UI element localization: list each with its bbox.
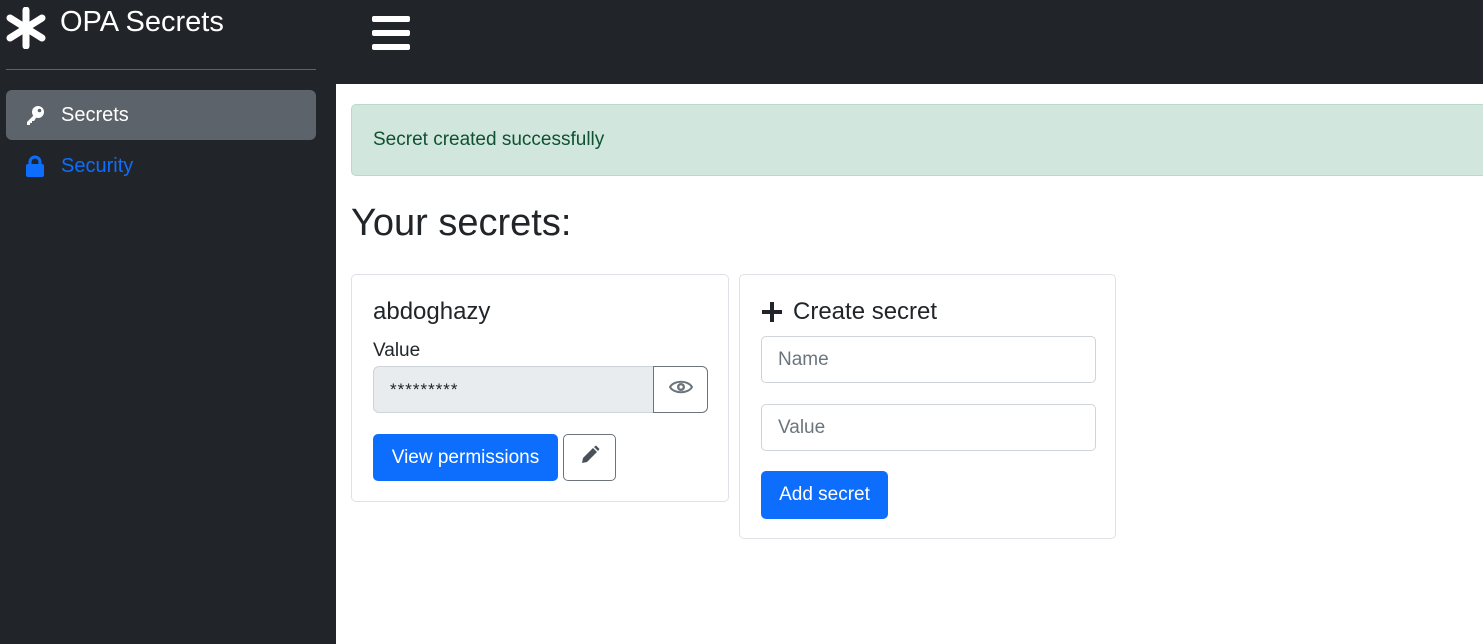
sidebar-item-security[interactable]: Security bbox=[6, 141, 316, 191]
reveal-value-button[interactable] bbox=[653, 366, 708, 413]
pencil-icon bbox=[580, 445, 600, 470]
page-title: Your secrets: bbox=[351, 202, 572, 244]
lock-icon bbox=[24, 155, 46, 177]
sidebar-item-secrets[interactable]: Secrets bbox=[6, 90, 316, 140]
create-secret-card: Create secret Add secret bbox=[739, 274, 1116, 539]
sidebar-divider bbox=[6, 69, 316, 70]
sidebar: OPA Secrets Secrets Security bbox=[0, 0, 336, 644]
secret-card: abdoghazy Value ********* View permissio… bbox=[351, 274, 729, 502]
secret-name: abdoghazy bbox=[373, 298, 491, 325]
brand[interactable] bbox=[6, 6, 46, 50]
create-secret-title: Create secret bbox=[793, 298, 938, 325]
hamburger-icon[interactable] bbox=[372, 16, 410, 50]
value-input[interactable] bbox=[761, 404, 1096, 451]
key-icon bbox=[24, 104, 46, 126]
value-label: Value bbox=[373, 340, 421, 361]
create-secret-heading: Create secret bbox=[761, 297, 937, 327]
view-permissions-button[interactable]: View permissions bbox=[373, 434, 558, 481]
add-secret-button[interactable]: Add secret bbox=[761, 471, 888, 519]
alert-text: Secret created successfully bbox=[373, 129, 605, 150]
topbar bbox=[336, 0, 1483, 84]
sidebar-item-label: Security bbox=[61, 154, 134, 177]
plus-icon bbox=[761, 301, 783, 323]
eye-icon bbox=[668, 379, 693, 400]
sidebar-item-label: Secrets bbox=[61, 103, 129, 126]
name-input[interactable] bbox=[761, 336, 1096, 383]
brand-title: OPA Secrets bbox=[60, 6, 224, 38]
edit-secret-button[interactable] bbox=[563, 434, 616, 481]
success-alert: Secret created successfully bbox=[351, 104, 1483, 176]
secret-value-field[interactable]: ********* bbox=[373, 366, 654, 413]
asterisk-logo-icon bbox=[6, 6, 46, 50]
app-root: OPA Secrets Secrets Security Secret crea… bbox=[0, 0, 1483, 644]
